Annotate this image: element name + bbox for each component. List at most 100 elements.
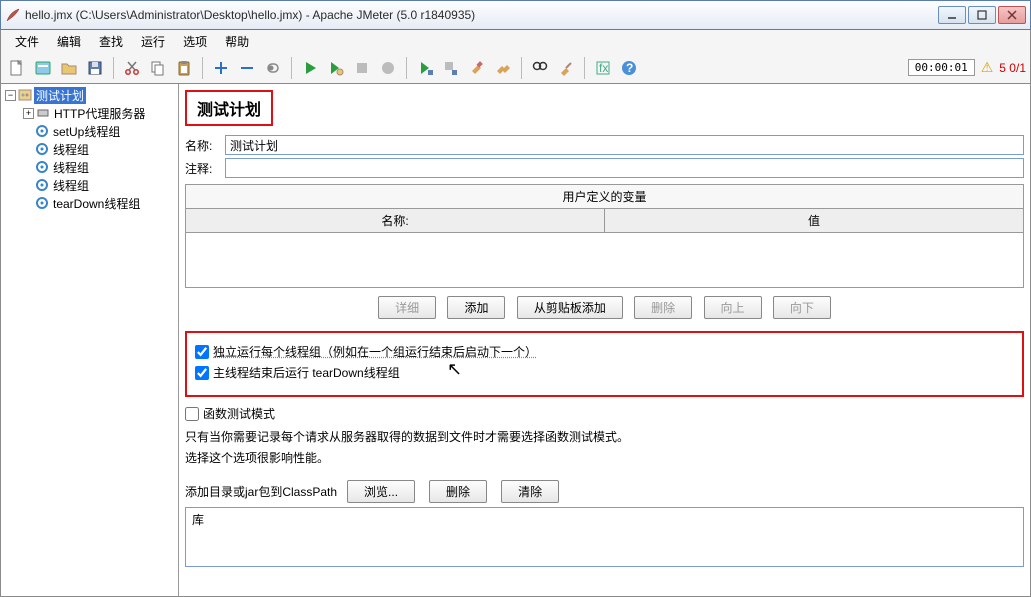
threadgroup-icon [35,142,49,156]
col-value[interactable]: 值 [605,209,1023,232]
teardown-label[interactable]: 主线程结束后运行 tearDown线程组 [213,364,400,381]
clear-all-icon[interactable] [491,56,515,80]
toggle-icon[interactable] [261,56,285,80]
stop-icon[interactable] [350,56,374,80]
delete-button[interactable]: 删除 [634,296,692,319]
browse-button[interactable]: 浏览... [347,480,415,503]
shutdown-icon[interactable] [376,56,400,80]
functional-test-label[interactable]: 函数测试模式 [203,405,275,422]
name-row: 名称: [185,135,1024,155]
tree-node-testplan[interactable]: − 测试计划 [1,86,178,104]
threadgroup-icon [35,178,49,192]
open-icon[interactable] [57,56,81,80]
menu-bar: 文件 编辑 查找 运行 选项 帮助 [0,30,1031,52]
start-icon[interactable] [298,56,322,80]
name-input[interactable] [225,135,1024,155]
cut-icon[interactable] [120,56,144,80]
serial-run-checkbox[interactable] [195,345,209,359]
tree-label: 测试计划 [34,87,86,104]
up-button[interactable]: 向上 [704,296,762,319]
tree-node-proxy[interactable]: + HTTP代理服务器 [1,104,178,122]
collapse-icon[interactable] [235,56,259,80]
toolbar: fx ? 00:00:01 ⚠ 5 0/1 [0,52,1031,84]
templates-icon[interactable] [31,56,55,80]
tree-label: 线程组 [51,159,91,176]
clear-jar-button[interactable]: 清除 [501,480,559,503]
content-pane[interactable]: 测试计划 名称: 注释: 用户定义的变量 名称: 值 详细 添加 从剪贴板添加 … [179,84,1030,596]
toolbar-separator [584,57,585,79]
reset-search-icon[interactable] [554,56,578,80]
maximize-button[interactable] [968,6,996,24]
detail-button[interactable]: 详细 [378,296,436,319]
search-icon[interactable] [528,56,552,80]
toolbar-separator [406,57,407,79]
toolbar-separator [521,57,522,79]
menu-options[interactable]: 选项 [175,31,215,52]
menu-file[interactable]: 文件 [7,31,47,52]
tree-label: 线程组 [51,141,91,158]
warning-icon[interactable]: ⚠ [981,59,994,76]
threadgroup-icon [35,196,49,210]
new-icon[interactable] [5,56,29,80]
serial-run-row: 独立运行每个线程组（例如在一个组运行结束后启动下一个） [195,343,1014,360]
note-line2: 选择这个选项很影响性能。 [185,449,1024,466]
user-vars-table[interactable] [186,233,1023,287]
tree-node-tg3[interactable]: 线程组 [1,176,178,194]
menu-search[interactable]: 查找 [91,31,131,52]
tree-node-tg2[interactable]: 线程组 [1,158,178,176]
user-vars-title: 用户定义的变量 [186,185,1023,209]
down-button[interactable]: 向下 [773,296,831,319]
teardown-checkbox[interactable] [195,366,209,380]
paste-icon[interactable] [172,56,196,80]
function-helper-icon[interactable]: fx [591,56,615,80]
comment-input[interactable] [225,158,1024,178]
add-button[interactable]: 添加 [447,296,505,319]
svg-text:fx: fx [599,61,608,75]
from-clipboard-button[interactable]: 从剪贴板添加 [517,296,623,319]
window-titlebar: hello.jmx (C:\Users\Administrator\Deskto… [0,0,1031,30]
delete-jar-button[interactable]: 删除 [429,480,487,503]
tree-node-tg1[interactable]: 线程组 [1,140,178,158]
teardown-row: 主线程结束后运行 tearDown线程组 [195,364,1014,381]
error-count: 5 0/1 [999,61,1026,75]
svg-text:?: ? [626,61,633,75]
serial-run-label[interactable]: 独立运行每个线程组（例如在一个组运行结束后启动下一个） [213,343,537,360]
toolbar-separator [202,57,203,79]
remote-start-icon[interactable] [413,56,437,80]
note-line1: 只有当你需要记录每个请求从服务器取得的数据到文件时才需要选择函数测试模式。 [185,428,1024,445]
library-label: 库 [192,513,204,527]
classpath-row: 添加目录或jar包到ClassPath 浏览... 删除 清除 [185,480,1024,503]
save-icon[interactable] [83,56,107,80]
comment-label: 注释: [185,160,225,177]
tree-label: 线程组 [51,177,91,194]
user-vars-header: 名称: 值 [186,209,1023,233]
proxy-icon [36,106,50,120]
main-split: − 测试计划 + HTTP代理服务器 setUp线程组 线程组 线程组 [0,84,1031,597]
clear-icon[interactable] [465,56,489,80]
tree-expand-icon[interactable]: + [23,108,34,119]
remote-stop-icon[interactable] [439,56,463,80]
menu-edit[interactable]: 编辑 [49,31,89,52]
vars-button-row: 详细 添加 从剪贴板添加 删除 向上 向下 [185,296,1024,319]
window-controls [938,6,1026,24]
close-button[interactable] [998,6,1026,24]
copy-icon[interactable] [146,56,170,80]
minimize-button[interactable] [938,6,966,24]
comment-row: 注释: [185,158,1024,178]
tree-collapse-icon[interactable]: − [5,90,16,101]
expand-icon[interactable] [209,56,233,80]
help-icon[interactable]: ? [617,56,641,80]
functional-test-checkbox[interactable] [185,407,199,421]
menu-help[interactable]: 帮助 [217,31,257,52]
threadgroup-icon [35,160,49,174]
tree-node-setup[interactable]: setUp线程组 [1,122,178,140]
menu-run[interactable]: 运行 [133,31,173,52]
library-list[interactable]: 库 [185,507,1024,567]
window-title: hello.jmx (C:\Users\Administrator\Deskto… [25,8,938,22]
start-no-pause-icon[interactable] [324,56,348,80]
tree-node-teardown[interactable]: tearDown线程组 [1,194,178,212]
tree-pane[interactable]: − 测试计划 + HTTP代理服务器 setUp线程组 线程组 线程组 [1,84,179,596]
serial-run-highlight: 独立运行每个线程组（例如在一个组运行结束后启动下一个） ↖ 主线程结束后运行 t… [185,331,1024,397]
tree-label: HTTP代理服务器 [52,105,147,122]
col-name[interactable]: 名称: [186,209,605,232]
